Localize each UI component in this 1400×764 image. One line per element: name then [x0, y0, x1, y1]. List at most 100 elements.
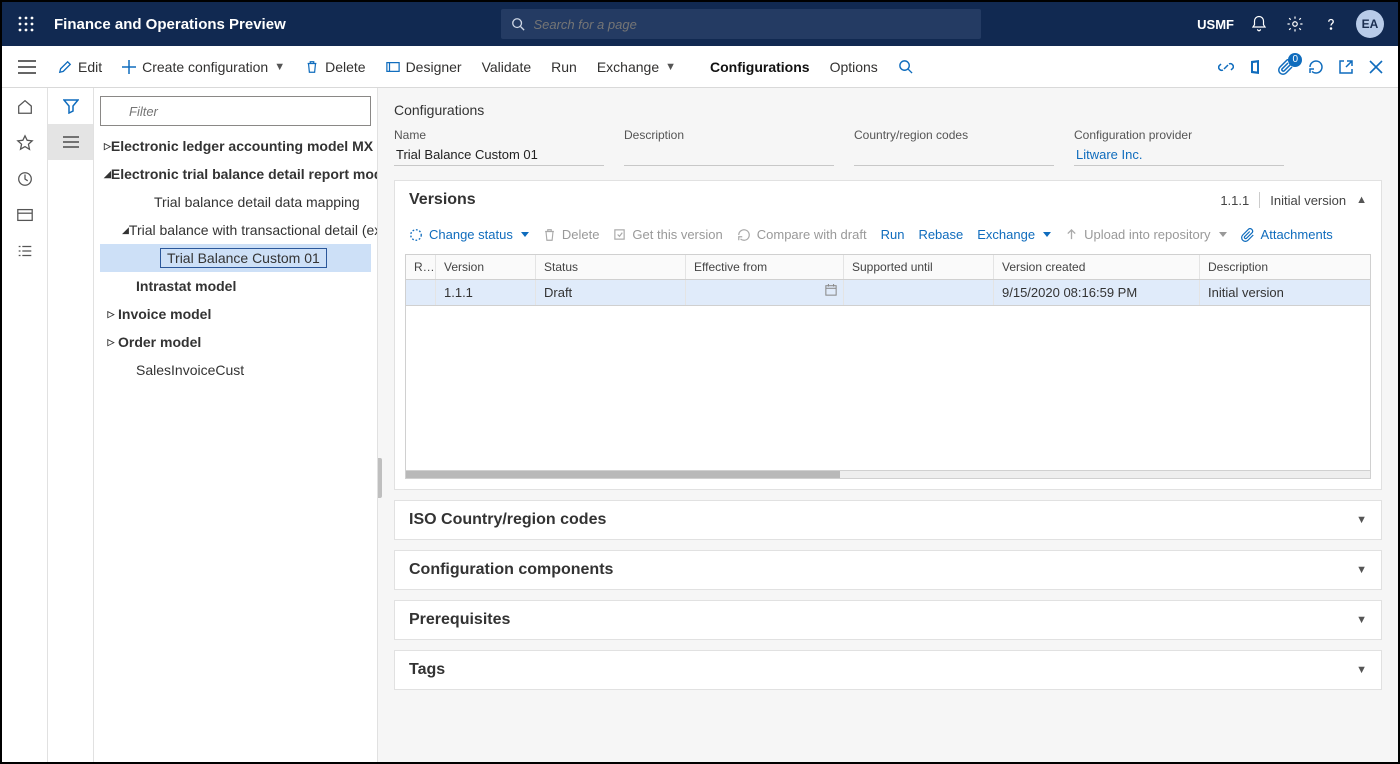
designer-icon: [386, 60, 400, 74]
prereq-header[interactable]: Prerequisites ▼: [395, 601, 1381, 639]
popout-icon[interactable]: [1338, 59, 1354, 75]
delete-button[interactable]: Delete: [295, 55, 375, 79]
col-header-status[interactable]: Status: [536, 255, 686, 279]
tree-filter-input[interactable]: [100, 96, 371, 126]
tree-label: Intrastat model: [136, 278, 236, 294]
gear-icon[interactable]: [1284, 13, 1306, 35]
left-rail: [2, 88, 48, 762]
version-text: Initial version: [1270, 193, 1346, 208]
edit-button[interactable]: Edit: [48, 55, 112, 79]
refresh-icon[interactable]: [1308, 59, 1324, 75]
prereq-title: Prerequisites: [409, 611, 510, 629]
col-header-version[interactable]: Version: [436, 255, 536, 279]
description-input[interactable]: [624, 144, 834, 166]
country-input[interactable]: [854, 144, 1054, 166]
provider-link[interactable]: Litware Inc.: [1074, 144, 1284, 166]
tree-item[interactable]: ◢Electronic trial balance detail report …: [100, 160, 371, 188]
tree-item[interactable]: Intrastat model: [100, 272, 371, 300]
tree-item-selected[interactable]: Trial Balance Custom 01: [100, 244, 371, 272]
tree-item[interactable]: SalesInvoiceCust: [100, 356, 371, 384]
command-bar: Edit Create configuration ▼ Delete Desig…: [2, 46, 1398, 88]
horizontal-scrollbar[interactable]: [406, 470, 1370, 478]
upload-icon: [1065, 228, 1078, 241]
nav-toggle-icon[interactable]: [12, 52, 42, 82]
components-header[interactable]: Configuration components ▼: [395, 551, 1381, 589]
tree-item[interactable]: Trial balance detail data mapping: [100, 188, 371, 216]
rebase-button[interactable]: Rebase: [918, 227, 963, 242]
tree-item[interactable]: ▷Order model: [100, 328, 371, 356]
cell-effective[interactable]: [686, 280, 844, 305]
trash-icon: [543, 228, 556, 242]
detail-panel: Configurations Name Description Country/…: [378, 88, 1398, 762]
run-button[interactable]: Run: [541, 55, 587, 79]
workspace-icon[interactable]: [16, 206, 34, 224]
help-icon[interactable]: [1320, 13, 1342, 35]
change-status-button[interactable]: Change status: [409, 227, 529, 242]
bell-icon[interactable]: [1248, 13, 1270, 35]
tree-item[interactable]: ◢Trial balance with transactional detail…: [100, 216, 371, 244]
versions-toolbar: Change status Delete Get this version: [405, 219, 1371, 254]
close-icon[interactable]: [1368, 59, 1384, 75]
iso-card: ISO Country/region codes ▼: [394, 500, 1382, 540]
tree-label: Invoice model: [118, 306, 211, 322]
company-selector[interactable]: USMF: [1197, 17, 1234, 32]
office-icon[interactable]: [1248, 59, 1264, 75]
version-badge: 1.1.1: [1220, 193, 1249, 208]
validate-label: Validate: [482, 59, 532, 75]
delete-version-button[interactable]: Delete: [543, 227, 600, 242]
attachments-icon[interactable]: 0: [1278, 59, 1294, 75]
link-icon[interactable]: [1218, 59, 1234, 75]
compare-button[interactable]: Compare with draft: [737, 227, 867, 242]
tree-item[interactable]: ▷Invoice model: [100, 300, 371, 328]
col-header-supported[interactable]: Supported until: [844, 255, 994, 279]
pencil-icon: [58, 60, 72, 74]
run-version-label: Run: [881, 227, 905, 242]
col-header-description[interactable]: Description: [1200, 255, 1370, 279]
attachments-count: 0: [1288, 53, 1302, 67]
upload-button[interactable]: Upload into repository: [1065, 227, 1226, 242]
clock-icon[interactable]: [16, 170, 34, 188]
tree-label: Trial balance with transactional detail …: [129, 222, 378, 238]
col-header-created[interactable]: Version created: [994, 255, 1200, 279]
splitter-handle[interactable]: [378, 458, 382, 498]
user-avatar[interactable]: EA: [1356, 10, 1384, 38]
get-version-button[interactable]: Get this version: [613, 227, 722, 242]
attachments-label: Attachments: [1261, 227, 1333, 242]
home-icon[interactable]: [16, 98, 34, 116]
star-icon[interactable]: [16, 134, 34, 152]
versions-header[interactable]: Versions 1.1.1 Initial version ▲: [395, 181, 1381, 219]
field-name: Name: [394, 128, 604, 166]
col-header-effective[interactable]: Effective from: [686, 255, 844, 279]
exchange-version-button[interactable]: Exchange: [977, 227, 1051, 242]
filter-view-button[interactable]: [48, 88, 93, 124]
name-input[interactable]: [394, 144, 604, 166]
tags-header[interactable]: Tags ▼: [395, 651, 1381, 689]
exchange-version-label: Exchange: [977, 227, 1035, 242]
run-version-button[interactable]: Run: [881, 227, 905, 242]
configurations-tab[interactable]: Configurations: [700, 55, 820, 79]
modules-icon[interactable]: [16, 242, 34, 260]
options-tab[interactable]: Options: [820, 55, 888, 79]
designer-button[interactable]: Designer: [376, 55, 472, 79]
tags-card: Tags ▼: [394, 650, 1382, 690]
app-title: Finance and Operations Preview: [54, 16, 286, 33]
create-configuration-button[interactable]: Create configuration ▼: [112, 55, 295, 79]
global-search[interactable]: [501, 9, 981, 39]
validate-button[interactable]: Validate: [472, 55, 542, 79]
exchange-button[interactable]: Exchange ▼: [587, 55, 686, 79]
find-button[interactable]: [888, 55, 923, 78]
attachments-button[interactable]: Attachments: [1241, 227, 1333, 242]
app-launcher-icon[interactable]: [12, 10, 40, 38]
tree-item[interactable]: ▷Electronic ledger accounting model MX: [100, 132, 371, 160]
iso-header[interactable]: ISO Country/region codes ▼: [395, 501, 1381, 539]
compare-icon: [737, 228, 751, 242]
global-search-input[interactable]: [533, 17, 971, 32]
configurations-label: Configurations: [710, 59, 810, 75]
calendar-icon[interactable]: [825, 284, 837, 296]
col-header-r[interactable]: R...: [406, 255, 436, 279]
versions-grid: R... Version Status Effective from Suppo…: [405, 254, 1371, 479]
plus-icon: [122, 60, 136, 74]
list-view-button[interactable]: [48, 124, 93, 160]
trash-icon: [305, 60, 319, 74]
grid-row[interactable]: 1.1.1 Draft 9/15/2020 08:16:59 PM: [406, 280, 1370, 306]
